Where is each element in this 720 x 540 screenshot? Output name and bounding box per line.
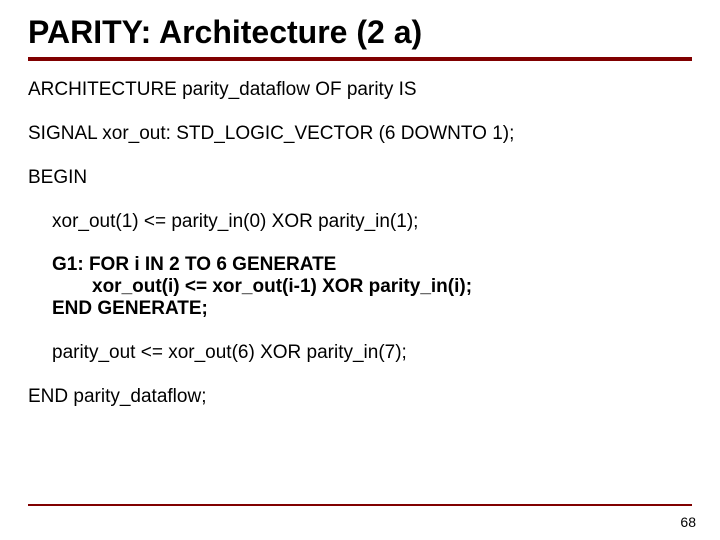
generate-block: G1: FOR i IN 2 TO 6 GENERATE xor_out(i) … (28, 254, 692, 320)
code-line: xor_out(1) <= parity_in(0) XOR parity_in… (28, 211, 692, 233)
code-line: END parity_dataflow; (28, 386, 692, 408)
code-line: ARCHITECTURE parity_dataflow OF parity I… (28, 79, 692, 101)
code-line: BEGIN (28, 167, 692, 189)
footer-rule (28, 504, 692, 506)
code-line: xor_out(i) <= xor_out(i-1) XOR parity_in… (28, 276, 692, 298)
code-line: END GENERATE; (28, 298, 692, 320)
slide-title: PARITY: Architecture (2 a) (28, 14, 692, 51)
page-number: 68 (680, 514, 696, 530)
code-line: parity_out <= xor_out(6) XOR parity_in(7… (28, 342, 692, 364)
code-line: G1: FOR i IN 2 TO 6 GENERATE (28, 254, 692, 276)
code-body: ARCHITECTURE parity_dataflow OF parity I… (28, 79, 692, 408)
title-underline (28, 57, 692, 61)
code-line: SIGNAL xor_out: STD_LOGIC_VECTOR (6 DOWN… (28, 123, 692, 145)
slide: PARITY: Architecture (2 a) ARCHITECTURE … (0, 0, 720, 540)
